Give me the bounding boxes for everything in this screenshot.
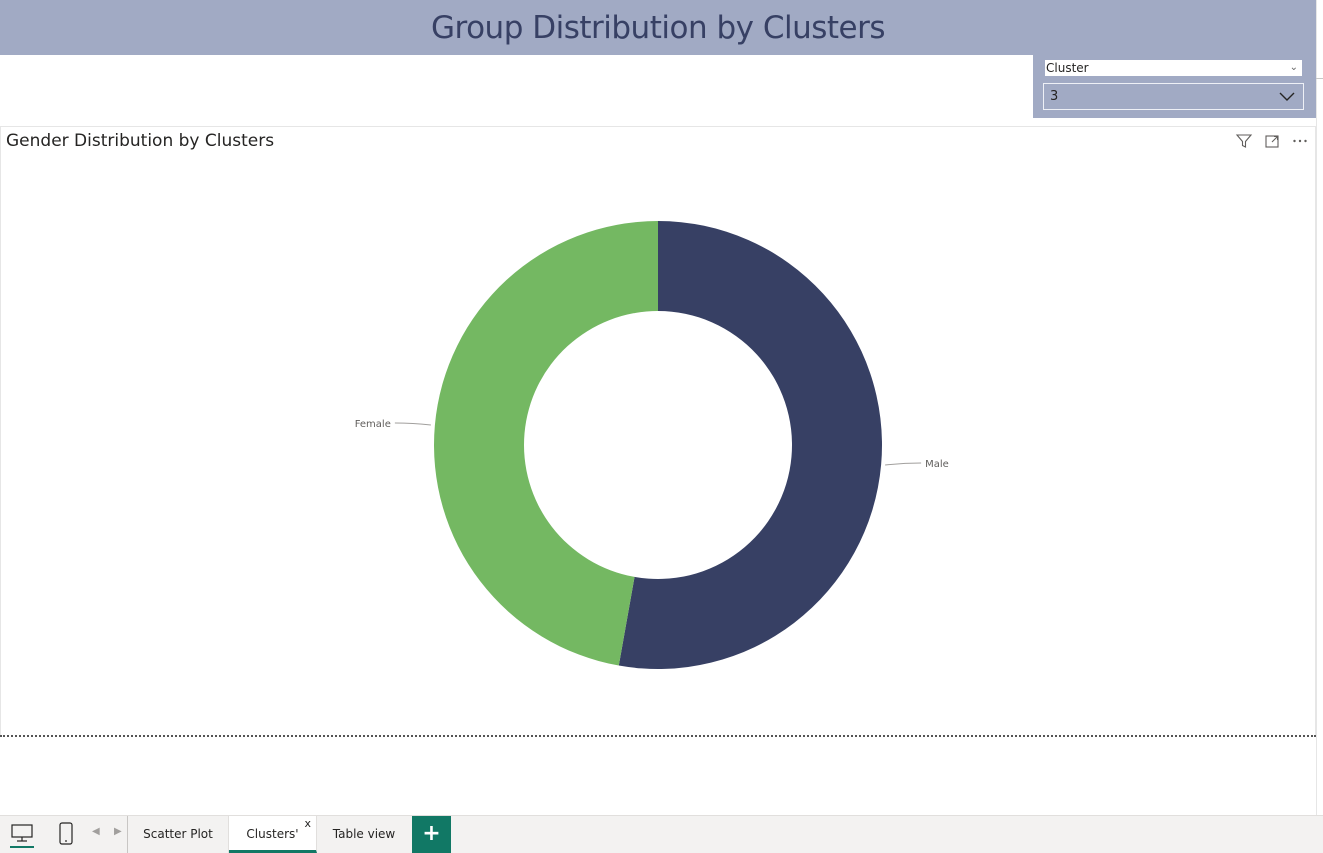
page-title: Group Distribution by Clusters [431, 9, 886, 46]
add-page-button[interactable]: + [412, 816, 451, 853]
slicer-field-label: Cluster [1046, 61, 1089, 75]
tab-label: Clusters' [246, 827, 299, 841]
slicer-dropdown[interactable]: 3 [1043, 83, 1304, 110]
slicer-selected-value: 3 [1050, 89, 1059, 104]
mobile-layout-icon[interactable] [58, 822, 74, 846]
tab-table-view[interactable]: Table view [317, 816, 411, 853]
scroll-left-icon[interactable]: ◀ [92, 826, 100, 837]
donut-chart: Male Female [355, 221, 949, 669]
divider [1316, 78, 1323, 79]
donut-slice-female[interactable] [434, 221, 658, 666]
page-edge [1316, 0, 1317, 815]
header-banner: Group Distribution by Clusters [0, 0, 1316, 55]
dropdown-chevron-icon[interactable] [1279, 92, 1295, 102]
cluster-slicer: Cluster ⌄ 3 [1033, 55, 1316, 118]
chevron-down-icon[interactable]: ⌄ [1290, 60, 1298, 76]
data-label-female: Female [355, 419, 391, 430]
page-tab-bar: ◀ ▶ Scatter Plot Clusters' x Table view … [0, 815, 1323, 853]
scroll-right-icon[interactable]: ▶ [114, 826, 122, 837]
leader-line-female [394, 422, 431, 426]
tab-label: Scatter Plot [143, 827, 213, 841]
leader-line-male [885, 462, 922, 466]
desktop-layout-icon[interactable] [10, 822, 34, 848]
slicer-header[interactable]: Cluster ⌄ [1045, 60, 1302, 76]
donut-slice-male[interactable] [618, 221, 883, 669]
page-boundary-divider [0, 735, 1316, 737]
tab-clusters[interactable]: Clusters' x [229, 816, 317, 853]
report-page: Group Distribution by Clusters Cluster ⌄… [0, 0, 1323, 853]
tab-scatter-plot[interactable]: Scatter Plot [128, 816, 229, 853]
close-tab-icon[interactable]: x [304, 805, 311, 842]
donut-chart-visual[interactable]: Gender Distribution by Clusters Male Fema… [0, 126, 1316, 735]
data-label-male: Male [925, 459, 949, 470]
tab-label: Table view [332, 827, 396, 841]
